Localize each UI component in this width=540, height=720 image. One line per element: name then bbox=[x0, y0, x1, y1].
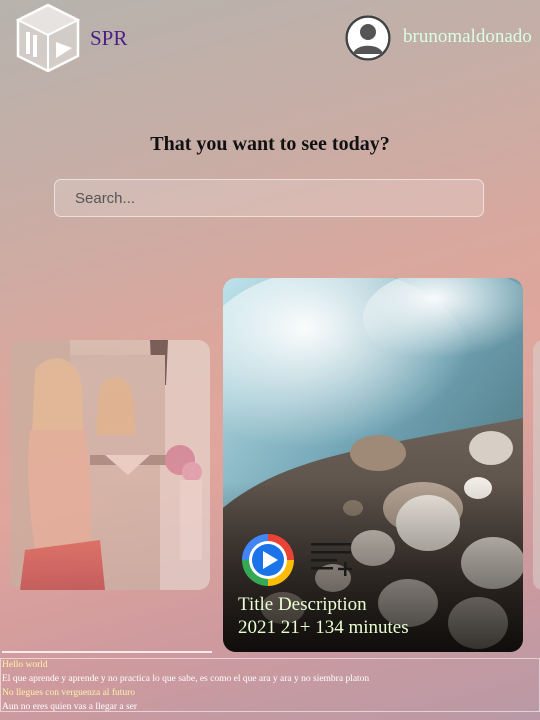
user-avatar-icon[interactable] bbox=[345, 15, 391, 61]
movie-card-secondary[interactable] bbox=[10, 340, 210, 590]
movie-card-next[interactable] bbox=[533, 340, 540, 590]
footer: Hello world El que aprende y aprende y n… bbox=[0, 658, 540, 712]
card-title: Title Description bbox=[238, 594, 367, 615]
footer-line: Hello world bbox=[2, 660, 48, 670]
scroll-indicator[interactable] bbox=[2, 651, 212, 653]
add-to-queue-icon[interactable] bbox=[309, 540, 355, 578]
brand-name[interactable]: SPR bbox=[90, 26, 127, 51]
movie-poster-image bbox=[10, 340, 210, 590]
search-input[interactable] bbox=[54, 179, 484, 217]
footer-line: No llegues con verguenza al futuro bbox=[2, 688, 136, 698]
footer-line: El que aprende y aprende y no practica l… bbox=[2, 674, 370, 684]
page-question: That you want to see today? bbox=[150, 133, 390, 155]
logo-cube-icon[interactable] bbox=[14, 2, 82, 74]
username[interactable]: brunomaldonado bbox=[403, 26, 532, 48]
card-meta: 2021 21+ 134 minutes bbox=[238, 617, 409, 638]
play-circle-icon[interactable] bbox=[240, 532, 296, 588]
footer-line: Aun no eres quien vas a llegar a ser bbox=[2, 702, 138, 712]
header: SPR brunomaldonado bbox=[0, 0, 540, 76]
